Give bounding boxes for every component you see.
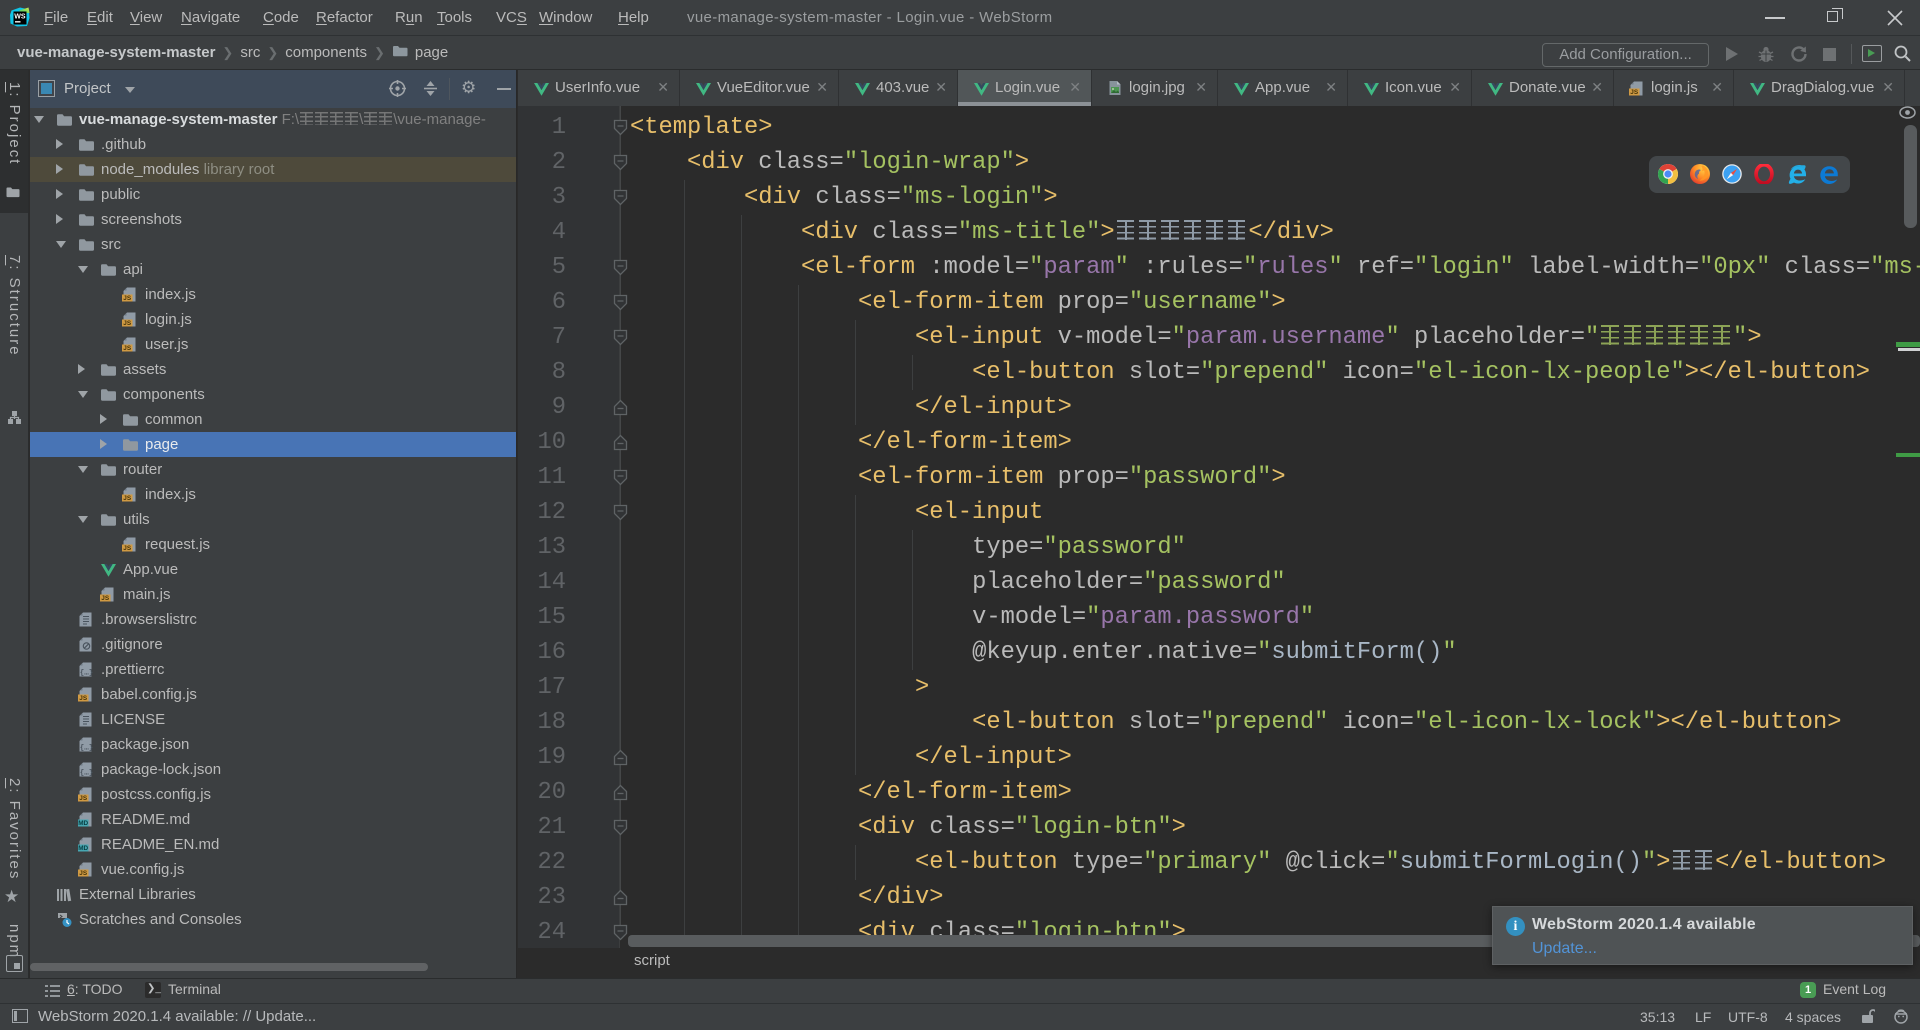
svg-text:JS: JS <box>1630 89 1639 96</box>
svg-text:JS: JS <box>123 345 132 352</box>
svg-text:{…}: {…} <box>80 670 94 678</box>
svg-text:JS: JS <box>79 795 88 802</box>
svg-text:JS: JS <box>101 595 110 602</box>
svg-text:JS: JS <box>79 695 88 702</box>
svg-text:{…}: {…} <box>80 770 94 778</box>
svg-text:MD: MD <box>78 845 88 852</box>
svg-text:JS: JS <box>79 870 88 877</box>
svg-text:JS: JS <box>123 320 132 327</box>
svg-text:JS: JS <box>123 545 132 552</box>
svg-text:JS: JS <box>123 295 132 302</box>
svg-text:{…}: {…} <box>80 745 94 753</box>
svg-text:JS: JS <box>123 495 132 502</box>
svg-text:WS: WS <box>14 13 26 20</box>
svg-text:MD: MD <box>78 820 88 827</box>
